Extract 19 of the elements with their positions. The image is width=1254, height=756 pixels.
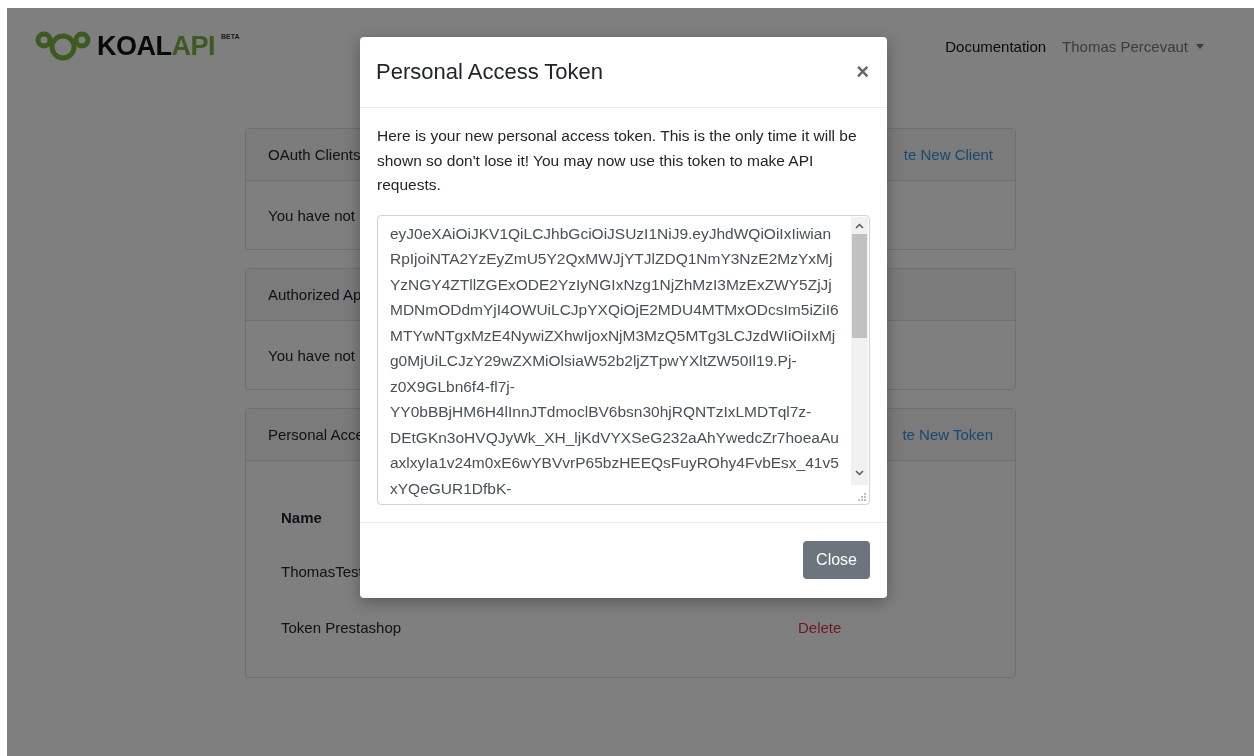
token-textarea[interactable]: eyJ0eXAiOiJKV1QiLCJhbGciOiJSUzI1NiJ9.eyJhdWQiOiIxIiwianRpIjoiNTA2YzEyZmU5Y2QxMWJjYTJlZDQ1NmY3NzE2MzYxMjYzNGY4ZTllZGExODE2YzIyNGIxNzg1NjZhMzI3MzExZWY5ZjJjMDNmODdmYjI4OWUiLCJpYXQiOjE2MDU4MTMxODcsIm5iZiI6MTYwNTgxMzE4NywiZXhwIjoxNjM3MzQ5MTg3LCJzdWIiOiIxMjg0MjUiLCJzY29wZXMiOlsiaW52b2ljZTpwYXltZW50Il19.Pj-z0X9GLbn6f4-fl7j-YY0bBBjHM6H4lInnJTdmoclBV6bsn30hjRQNTzIxLMDTql7z-DEtGKn3oHVQJyWk_XH_ljKdVYXSeG232aAhYwedcZr7hoeaAuaxlxyIa1v24m0xE6wYBVvrP65bzHEEQsFuyROhy4FvbEsx_41v5xYQeGUR1DfbK- (377, 214, 870, 505)
resize-grip-icon[interactable] (857, 491, 867, 502)
table-cell-text: Token Prestashop (281, 617, 403, 638)
delete-link[interactable]: Delete (798, 618, 842, 636)
scrollbar-drawing[interactable] (851, 216, 868, 485)
close-modal-button[interactable]: Close (803, 541, 870, 579)
caret-icon (1196, 43, 1204, 49)
documentation-link[interactable]: Documentation (945, 37, 1047, 55)
modal-message: Here is your new personal access token. This is the only time it will be shown so don't lose it! You may now use this token to make API requests. (377, 126, 858, 195)
empty-message: You have not (268, 346, 356, 364)
close-button[interactable]: × (856, 59, 869, 85)
koala-logo-icon (35, 31, 91, 61)
empty-message: You have not (268, 206, 356, 224)
logo-wordmark: KOALAPI (97, 31, 215, 61)
column-header: Name (281, 507, 323, 528)
modal-title: Personal Access Token (376, 59, 604, 85)
user-menu[interactable]: Thomas Percevaut (1062, 37, 1204, 55)
table-cell-text: ThomasTest (281, 561, 364, 582)
panel-title: OAuth Clients (268, 146, 361, 163)
